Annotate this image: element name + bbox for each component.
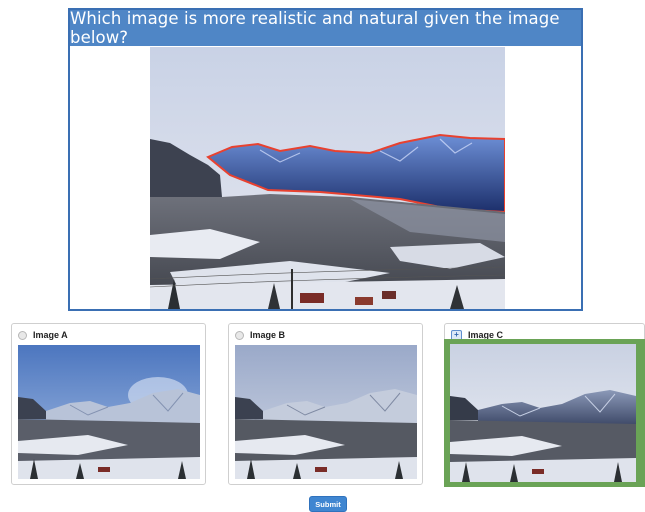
reference-image xyxy=(150,47,505,309)
selected-highlight-frame[interactable] xyxy=(444,339,645,487)
option-card-image-b[interactable]: Image B xyxy=(228,323,423,485)
option-b-image[interactable] xyxy=(235,345,417,479)
option-b-label: Image B xyxy=(250,330,286,340)
option-a-label: Image A xyxy=(33,330,68,340)
option-card-image-a[interactable]: Image A xyxy=(11,323,206,485)
question-panel: Which image is more realistic and natura… xyxy=(68,8,583,311)
option-c-image[interactable] xyxy=(450,344,636,482)
option-b-header[interactable]: Image B xyxy=(235,328,285,342)
option-a-header[interactable]: Image A xyxy=(18,328,68,342)
question-title: Which image is more realistic and natura… xyxy=(70,9,581,47)
radio-unchecked-icon[interactable] xyxy=(18,330,27,340)
radio-unchecked-icon[interactable] xyxy=(235,330,244,340)
option-a-image[interactable] xyxy=(18,345,200,479)
